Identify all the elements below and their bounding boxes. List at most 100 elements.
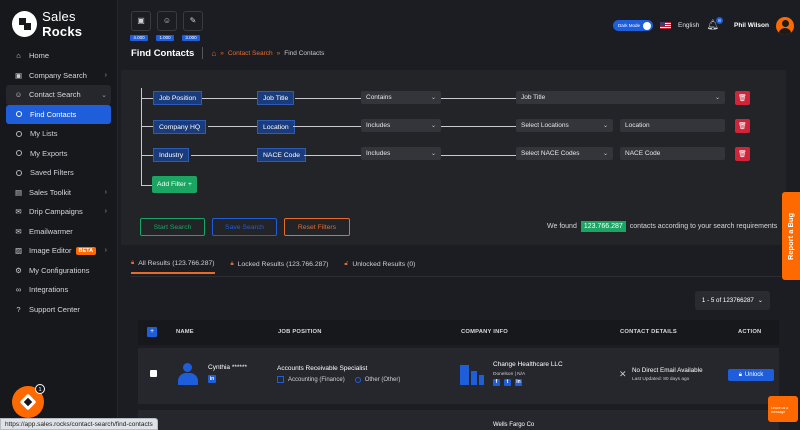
filter-field-location[interactable]: Location — [257, 120, 295, 134]
column-header-job-position[interactable]: JOB POSITION — [278, 329, 322, 335]
logo[interactable]: Sales Rocks — [0, 0, 117, 39]
add-filter-button[interactable]: Add Filter + — [152, 176, 197, 193]
column-header-name[interactable]: NAME — [176, 329, 194, 335]
breadcrumb-contact-search[interactable]: Contact Search — [228, 50, 273, 57]
credit-contacts[interactable]: ☺ 1.000 — [156, 10, 177, 41]
sidebar-item-label: Emailwarmer — [29, 226, 73, 236]
save-search-button[interactable]: Save Search — [212, 218, 277, 236]
filter-group-job-position[interactable]: Job Position — [153, 91, 203, 105]
topbar-right: Dark Mode English 🔔︎ 8 Phil Wilson — [612, 16, 794, 35]
credit-tools[interactable]: ✎ 3.000 — [182, 10, 203, 41]
linkedin-icon[interactable]: in — [515, 379, 522, 386]
report-bug-button[interactable]: Report a Bug — [782, 192, 800, 280]
user-name[interactable]: Phil Wilson — [734, 22, 769, 29]
sidebar-item-sales-toolkit[interactable]: ▤ Sales Toolkit › — [0, 183, 117, 203]
filter-field-job-title[interactable]: Job Title — [257, 91, 295, 105]
chat-text: message — [771, 410, 786, 414]
home-icon[interactable]: ⌂ — [211, 49, 216, 58]
sidebar-subitem-saved-filters[interactable]: Saved Filters — [0, 163, 117, 183]
operator-select[interactable]: Includes ⌄ — [361, 147, 441, 160]
delete-filter-button[interactable]: 🗑︎ — [735, 147, 750, 161]
sidebar-item-my-configurations[interactable]: ⚙ My Configurations — [0, 261, 117, 281]
filter-panel: Job Position Job Title Contains ⌄ Job Ti… — [121, 70, 786, 245]
sidebar-item-contact-search[interactable]: ☺ Contact Search ⌄ — [6, 85, 111, 105]
column-header-company-info[interactable]: COMPANY INFO — [461, 329, 508, 335]
chevron-down-icon: ⌄ — [602, 151, 608, 157]
column-header-action[interactable]: ACTION — [738, 329, 761, 335]
briefcase-icon: ▣ — [131, 10, 151, 31]
value-input[interactable]: NACE Code — [620, 147, 725, 160]
row-checkbox[interactable] — [150, 370, 157, 377]
delete-filter-button[interactable]: 🗑︎ — [735, 91, 750, 105]
sidebar-item-home[interactable]: ⌂ Home — [0, 46, 117, 66]
logo-icon — [19, 393, 37, 411]
sidebar-item-label: My Configurations — [29, 265, 90, 275]
value-input[interactable]: Location — [620, 119, 725, 132]
avatar[interactable] — [776, 16, 794, 35]
facebook-icon[interactable]: f — [493, 379, 500, 386]
table-row: Wells Fargo Co — [138, 410, 779, 430]
unlock-button[interactable]: 🔒︎ Unlock — [728, 369, 774, 381]
sidebar-subitem-my-exports[interactable]: My Exports — [0, 144, 117, 164]
column-header-contact-details[interactable]: CONTACT DETAILS — [620, 329, 677, 335]
value-select[interactable]: Select NACE Codes ⌄ — [516, 147, 613, 160]
credit-companies[interactable]: ▣ 4.000 — [130, 10, 151, 41]
tab-unlocked-results[interactable]: 🔓︎ Unlocked Results (0) — [344, 260, 415, 274]
sales-rocks-fab[interactable]: 1 — [12, 384, 45, 418]
sidebar-item-support-center[interactable]: ? Support Center — [0, 300, 117, 320]
sidebar-item-image-editor[interactable]: ▨ Image Editor BETA › — [0, 241, 117, 261]
us-flag-icon[interactable] — [659, 22, 671, 29]
sidebar-subitem-label: Saved Filters — [30, 168, 74, 178]
sidebar-item-label: Drip Campaigns — [29, 207, 83, 217]
level-icon — [354, 376, 361, 383]
value-select[interactable]: Select Locations ⌄ — [516, 119, 613, 132]
filter-group-industry[interactable]: Industry — [153, 148, 190, 162]
close-icon: ✕ — [619, 369, 627, 379]
chevron-right-icon: › — [104, 208, 107, 216]
operator-select[interactable]: Includes ⌄ — [361, 119, 441, 132]
tab-label: All Results (123.766.287) — [138, 260, 215, 267]
chevron-down-icon: ⌄ — [430, 123, 436, 129]
lock-icon: 🔒︎ — [131, 260, 135, 266]
operator-select[interactable]: Contains ⌄ — [361, 91, 441, 104]
fab-badge: 1 — [35, 384, 45, 394]
home-icon: ⌂ — [16, 51, 21, 61]
chevron-right-icon: › — [104, 247, 107, 255]
sidebar-subitem-label: My Exports — [30, 148, 68, 158]
chat-widget[interactable]: Leave us a message — [768, 396, 798, 422]
chevron-down-icon: ⌄ — [430, 95, 436, 101]
sidebar-item-company-search[interactable]: ▣ Company Search › — [0, 66, 117, 86]
trash-icon: 🗑︎ — [738, 95, 747, 102]
tab-all-results[interactable]: 🔒︎ All Results (123.766.287) — [131, 260, 215, 274]
start-search-button[interactable]: Start Search — [140, 218, 205, 236]
filter-group-company-hq[interactable]: Company HQ — [153, 120, 207, 134]
select-all-checkbox[interactable]: + — [147, 327, 157, 337]
found-count: 123.766.287 — [580, 221, 626, 232]
bell-icon[interactable]: 🔔︎ 8 — [706, 17, 724, 31]
unlock-label: Unlock — [744, 372, 764, 378]
breadcrumb-separator: » — [220, 49, 224, 57]
linkedin-icon[interactable]: in — [208, 375, 216, 383]
value-select[interactable]: Job Title ⌄ — [516, 91, 725, 104]
delete-filter-button[interactable]: 🗑︎ — [735, 119, 750, 133]
company-name[interactable]: Change Healthcare LLC — [493, 361, 563, 368]
sidebar-subitem-find-contacts[interactable]: Find Contacts — [6, 104, 111, 124]
sidebar-item-emailwarmer[interactable]: ✉ Emailwarmer — [0, 222, 117, 242]
company-name[interactable]: Wells Fargo Co — [493, 422, 534, 428]
connector-line — [441, 155, 516, 156]
sidebar-subitem-my-lists[interactable]: My Lists — [0, 124, 117, 144]
reset-filters-button[interactable]: Reset Filters — [284, 218, 350, 236]
sidebar-item-drip-campaigns[interactable]: ✉ Drip Campaigns › — [0, 202, 117, 222]
lock-icon: 🔒︎ — [738, 371, 742, 378]
pagination-select[interactable]: 1 - 5 of 123766287 ⌄ — [695, 291, 770, 310]
dark-mode-toggle[interactable]: Dark Mode — [612, 20, 653, 31]
job-title: Accounts Receivable Specialist — [277, 365, 368, 372]
filter-field-nace-code[interactable]: NACE Code — [257, 148, 307, 162]
image-icon: ▨ — [14, 246, 23, 256]
language-selector[interactable]: English — [678, 22, 699, 29]
twitter-icon[interactable]: t — [504, 379, 511, 386]
sidebar-subitem-label: Find Contacts — [30, 109, 77, 119]
trash-icon: 🗑︎ — [738, 123, 747, 130]
tab-locked-results[interactable]: 🔒︎ Locked Results (123.766.287) — [231, 260, 329, 274]
sidebar-item-integrations[interactable]: ∞ Integrations — [0, 280, 117, 300]
